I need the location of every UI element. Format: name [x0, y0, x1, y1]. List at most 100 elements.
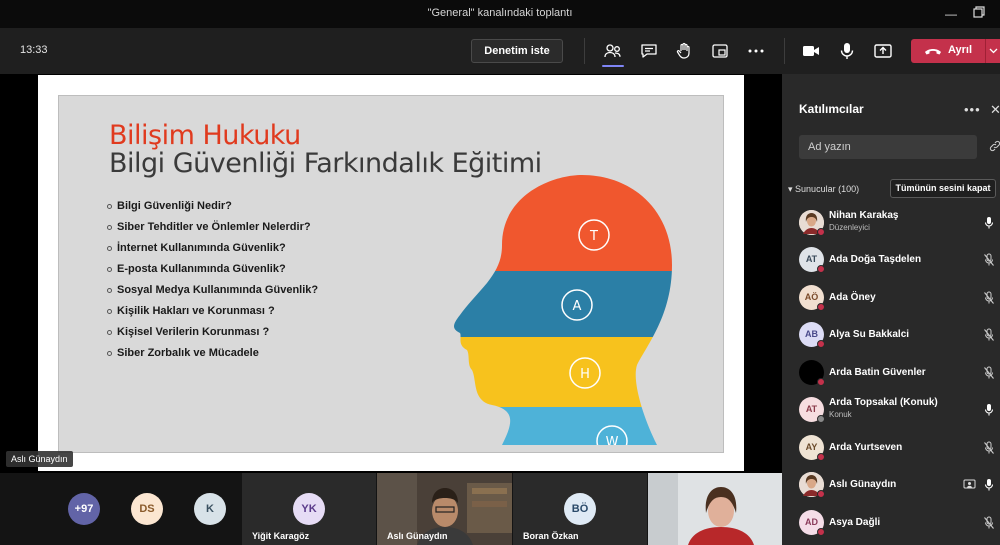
microphone-muted-icon[interactable]	[983, 253, 995, 267]
share-view-icon[interactable]	[710, 41, 730, 61]
band-w	[454, 407, 672, 445]
slide-bullet: Siber Zorbalık ve Mücadele	[107, 347, 318, 368]
microphone-muted-icon[interactable]	[983, 291, 995, 305]
toolbar-divider	[584, 38, 585, 64]
head-silhouette-illustration: T A H W	[454, 175, 672, 445]
more-options-icon[interactable]: •••	[964, 102, 981, 117]
participant-row[interactable]: Aslı Günaydın	[782, 466, 1000, 503]
presenter-name-label: Aslı Günaydın	[6, 451, 73, 467]
microphone-muted-icon[interactable]	[983, 516, 995, 530]
participant-role: Konuk	[829, 410, 852, 419]
meeting-toolbar: 13:33 Denetim iste Ayrıl	[0, 28, 1000, 74]
avatar[interactable]: DS	[131, 493, 163, 525]
participant-name: Ada Öney	[829, 292, 876, 303]
minimize-icon[interactable]: —	[943, 6, 959, 22]
title-bar: "General" kanalındaki toplantı —	[0, 0, 1000, 28]
slide-bullet: Siber Tehditler ve Önlemler Nelerdir?	[107, 221, 318, 242]
participants-active-indicator	[602, 65, 624, 67]
participants-icon[interactable]	[603, 41, 623, 61]
slide-bullet: Bilgi Güvenliği Nedir?	[107, 200, 318, 221]
presence-status-icon	[817, 415, 825, 423]
participant-row[interactable]: Arda Batin Güvenler	[782, 354, 1000, 391]
participant-name: Aslı Günaydın	[387, 531, 448, 541]
close-icon[interactable]: ✕	[990, 102, 1000, 118]
maximize-icon[interactable]	[971, 6, 987, 22]
share-invite-icon[interactable]	[989, 140, 1000, 152]
leave-label: Ayrıl	[948, 44, 973, 56]
participant-role: Düzenleyici	[829, 223, 870, 232]
mute-all-button[interactable]: Tümünün sesini kapat	[890, 179, 996, 198]
band-h	[454, 337, 672, 407]
avatar: BÖ	[564, 493, 596, 525]
participant-row[interactable]: AT Arda Topsakal (Konuk) Konuk	[782, 391, 1000, 428]
toolbar-divider	[784, 38, 785, 64]
participants-panel: Katılımcılar ••• ✕ ▾ Sunucular (100) Tüm…	[782, 74, 1000, 545]
participant-row[interactable]: AÖ Ada Öney	[782, 279, 1000, 316]
slide-bullet: E-posta Kullanımında Güvenlik?	[107, 263, 318, 284]
participant-row[interactable]: AB Alya Su Bakkalci	[782, 316, 1000, 353]
panel-title: Katılımcılar	[799, 102, 864, 116]
participant-row[interactable]: Nihan Karakaş Düzenleyici	[782, 204, 1000, 241]
hang-up-icon	[925, 49, 941, 55]
presenters-section-toggle[interactable]: ▾ Sunucular (100)	[788, 184, 859, 195]
participant-name: Asya Dağli	[829, 517, 881, 528]
overflow-participants-button[interactable]: +97	[68, 493, 100, 525]
band-t	[454, 175, 672, 271]
shared-content-stage: Bilişim Hukuku Bilgi Güvenliği Farkındal…	[0, 74, 782, 473]
presence-status-icon	[817, 453, 825, 461]
microphone-icon[interactable]	[983, 403, 995, 417]
leave-options-button[interactable]	[985, 39, 1000, 63]
presence-status-icon	[817, 340, 825, 348]
participant-name: Arda Topsakal (Konuk)	[829, 397, 938, 408]
slide-title: Bilişim Hukuku	[109, 120, 301, 151]
participant-name: Yiğit Karagöz	[252, 531, 310, 541]
participant-name: Boran Özkan	[523, 531, 579, 541]
microphone-muted-icon[interactable]	[983, 366, 995, 380]
participant-name: Alya Su Bakkalci	[829, 329, 910, 340]
band-a	[454, 271, 672, 337]
microphone-icon[interactable]	[983, 216, 995, 230]
request-control-button[interactable]: Denetim iste	[471, 39, 563, 63]
presence-status-icon	[817, 303, 825, 311]
chat-icon[interactable]	[639, 41, 659, 61]
microphone-muted-icon[interactable]	[983, 328, 995, 342]
meeting-timer: 13:33	[20, 44, 48, 56]
participant-row[interactable]: AY Arda Yurtseven	[782, 429, 1000, 466]
section-label: Sunucular (100)	[795, 184, 860, 194]
leave-button[interactable]: Ayrıl	[911, 39, 985, 63]
letter-a: A	[573, 299, 582, 314]
letter-w: W	[606, 435, 619, 445]
participant-tile[interactable]: YK Yiğit Karagöz	[242, 473, 376, 545]
presence-status-icon	[817, 490, 825, 498]
self-video-tile[interactable]	[648, 473, 782, 545]
presence-status-icon	[817, 265, 825, 273]
participant-video-tile[interactable]: Aslı Günaydın	[377, 473, 512, 545]
presence-status-icon	[817, 228, 825, 236]
share-screen-icon[interactable]	[873, 41, 893, 61]
participant-name: Aslı Günaydın	[829, 479, 897, 490]
slide-bullet-list: Bilgi Güvenliği Nedir? Siber Tehditler v…	[107, 200, 318, 368]
participant-tile[interactable]: BÖ Boran Özkan	[513, 473, 647, 545]
camera-icon[interactable]	[801, 41, 821, 61]
presence-status-icon	[817, 528, 825, 536]
microphone-icon[interactable]	[837, 41, 857, 61]
avatar[interactable]: K	[194, 493, 226, 525]
chevron-down-icon	[989, 48, 998, 54]
screen-sharing-icon	[963, 478, 976, 491]
microphone-muted-icon[interactable]	[983, 441, 995, 455]
letter-h: H	[580, 367, 590, 382]
more-actions-icon[interactable]	[746, 41, 766, 61]
slide-bullet: Sosyal Medya Kullanımında Güvenlik?	[107, 284, 318, 305]
participant-name: Nihan Karakaş	[829, 210, 899, 221]
slide-bullet: Kişisel Verilerin Korunması ?	[107, 326, 318, 347]
participant-row[interactable]: AD Asya Dağli	[782, 504, 1000, 541]
raise-hand-icon[interactable]	[674, 41, 694, 61]
participant-row[interactable]: AT Ada Doğa Taşdelen	[782, 241, 1000, 278]
slide-bullet: Kişilik Hakları ve Korunması ?	[107, 305, 318, 326]
microphone-icon[interactable]	[983, 478, 995, 492]
window-title: "General" kanalındaki toplantı	[427, 7, 573, 19]
slide-bullet: İnternet Kullanımında Güvenlik?	[107, 242, 318, 263]
avatar: YK	[293, 493, 325, 525]
participant-search-input[interactable]	[799, 135, 977, 159]
self-video	[648, 473, 782, 545]
